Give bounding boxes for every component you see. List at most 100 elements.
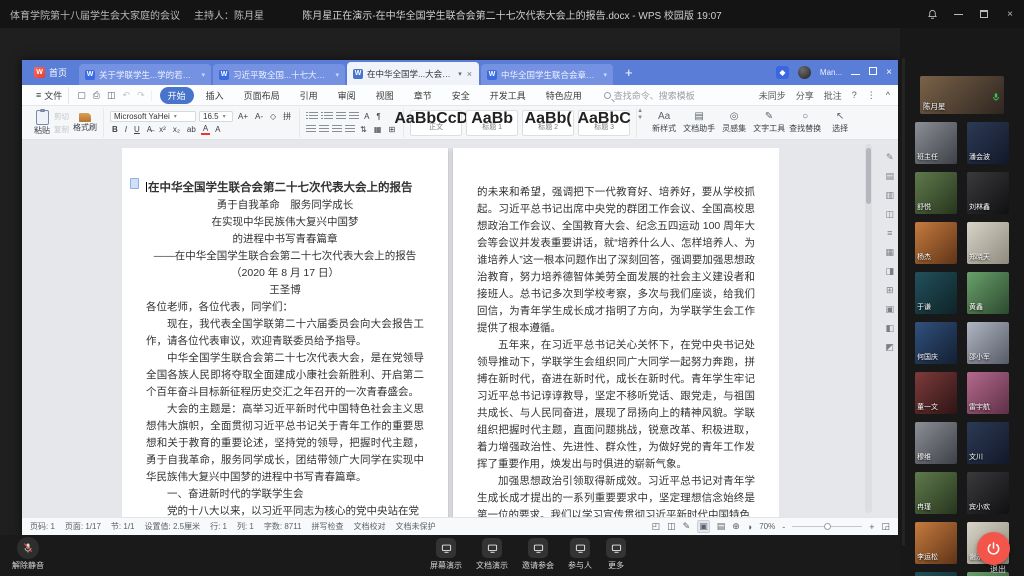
print-icon[interactable]: ⎙ bbox=[93, 90, 100, 101]
ribbon-tab[interactable]: 插入 bbox=[198, 87, 232, 104]
participant-tile[interactable]: 雷宇航 bbox=[967, 372, 1009, 414]
side-tool-icon[interactable]: ◫ bbox=[885, 209, 894, 219]
fit-page-icon[interactable]: ◲ bbox=[881, 521, 890, 532]
style-chip[interactable]: AaBbCcDd 正文 bbox=[410, 110, 462, 136]
tab-pin-icon[interactable]: ▾ bbox=[202, 71, 206, 79]
align-center-icon[interactable] bbox=[319, 125, 329, 133]
new-tab-button[interactable]: + bbox=[615, 65, 643, 80]
side-tool-icon[interactable]: ▥ bbox=[885, 190, 894, 200]
command-search[interactable]: 查找命令、搜索模板 bbox=[604, 89, 695, 102]
meeting-action-button[interactable]: 邀请参会 bbox=[522, 538, 554, 571]
numbered-list-icon[interactable] bbox=[321, 112, 333, 120]
decrease-indent-icon[interactable] bbox=[336, 112, 346, 120]
italic-button[interactable]: I bbox=[123, 124, 129, 135]
wps-doc-tab[interactable]: W 习近平致全国...十七大的贺信 ▾ × bbox=[213, 64, 345, 85]
wps-account-avatar[interactable] bbox=[798, 66, 811, 79]
superscript-button[interactable]: x² bbox=[157, 124, 168, 135]
ribbon-tool-button[interactable]: ↖ 选择 bbox=[825, 111, 855, 134]
wps-doc-tab[interactable]: W 关于学联学生...学的若干规定 ▾ × bbox=[79, 64, 211, 85]
print-preview-icon[interactable]: ◫ bbox=[107, 90, 116, 101]
side-tool-icon[interactable]: ▣ bbox=[885, 304, 894, 314]
wps-home-tab[interactable]: W 首页 bbox=[22, 60, 79, 85]
file-menu-button[interactable]: ≡ 文件 bbox=[30, 87, 69, 104]
zoom-out-icon[interactable]: - bbox=[782, 522, 785, 532]
more-menu-icon[interactable]: ⋮ bbox=[867, 90, 876, 101]
participant-tile[interactable]: 李运松 bbox=[915, 522, 957, 564]
undo-icon[interactable]: ↶ bbox=[123, 90, 131, 101]
two-page-view-icon[interactable]: ◫ bbox=[667, 521, 676, 532]
paste-button[interactable]: 粘贴 bbox=[34, 110, 50, 136]
cut-button[interactable]: 剪切 bbox=[54, 111, 69, 122]
ribbon-tab[interactable]: 页面布局 bbox=[236, 87, 288, 104]
underline-button[interactable]: U bbox=[132, 124, 142, 135]
participant-tile-host[interactable]: 陈月星 bbox=[920, 76, 1004, 114]
side-tool-icon[interactable]: ◨ bbox=[885, 266, 894, 276]
side-tool-icon[interactable]: ▤ bbox=[885, 171, 894, 181]
strikethrough-button[interactable]: A̶ bbox=[145, 124, 154, 135]
ribbon-tool-button[interactable]: ◎ 灵感集 bbox=[719, 111, 749, 134]
web-layout-view-icon[interactable]: ▤ bbox=[717, 521, 726, 532]
participant-tile[interactable]: 黄鑫 bbox=[967, 272, 1009, 314]
status-check-button[interactable]: 文档校对 bbox=[354, 521, 386, 532]
redo-icon[interactable]: ↷ bbox=[137, 90, 145, 101]
participant-tile[interactable]: 邵小军 bbox=[967, 322, 1009, 364]
meeting-action-button[interactable]: 参与人 bbox=[568, 538, 592, 571]
ribbon-tab[interactable]: 引用 bbox=[292, 87, 326, 104]
font-name-select[interactable]: Microsoft YaHei ▾ bbox=[110, 111, 196, 122]
document-page-2[interactable]: 的未来和希望，强调把下一代教育好、培养好，要从学校抓起。习近平总书记出席中央党的… bbox=[453, 148, 779, 517]
style-chip[interactable]: AaBb( 标题 2 bbox=[522, 110, 574, 136]
zoom-slider-knob[interactable] bbox=[824, 523, 831, 530]
side-tool-icon[interactable]: ▦ bbox=[885, 247, 894, 257]
sync-status[interactable]: 未同步 bbox=[759, 89, 786, 102]
ribbon-tab[interactable]: 审阅 bbox=[330, 87, 364, 104]
wps-restore-icon[interactable] bbox=[869, 67, 877, 78]
line-spacing-button[interactable]: ⇅ bbox=[358, 124, 369, 135]
eye-protect-view-icon[interactable]: ◑ bbox=[747, 522, 752, 532]
tab-pin-icon[interactable]: ▾ bbox=[604, 71, 608, 79]
style-chip[interactable]: AaBbC 标题 3 bbox=[578, 110, 630, 136]
fullscreen-view-icon[interactable]: ◰ bbox=[652, 521, 661, 532]
maximize-window-icon[interactable] bbox=[978, 8, 990, 20]
align-left-icon[interactable] bbox=[306, 125, 316, 133]
ribbon-tab[interactable]: 安全 bbox=[444, 87, 478, 104]
participant-tile[interactable]: 穆维 bbox=[915, 422, 957, 464]
help-icon[interactable]: ? bbox=[852, 90, 857, 100]
subscript-button[interactable]: x₂ bbox=[171, 124, 182, 135]
meeting-action-button[interactable]: 文档演示 bbox=[476, 538, 508, 571]
sidebar-scrollbar[interactable] bbox=[902, 58, 905, 546]
tab-close-icon[interactable]: × bbox=[466, 69, 473, 79]
print-layout-view-icon[interactable]: ▣ bbox=[697, 520, 710, 533]
copy-button[interactable]: 复制 bbox=[54, 124, 69, 135]
wps-minimize-icon[interactable] bbox=[851, 67, 860, 78]
ribbon-tool-button[interactable]: ○ 查找替换 bbox=[789, 111, 821, 134]
align-right-icon[interactable] bbox=[332, 125, 342, 133]
format-painter-button[interactable]: 格式刷 bbox=[73, 113, 97, 133]
zoom-level[interactable]: 70% bbox=[759, 522, 775, 531]
collapse-ribbon-icon[interactable]: ^ bbox=[886, 90, 890, 100]
tab-pin-icon[interactable]: ▾ bbox=[458, 70, 462, 78]
ribbon-tool-button[interactable]: ✎ 文字工具 bbox=[753, 111, 785, 134]
ribbon-tab[interactable]: 开发工具 bbox=[482, 87, 534, 104]
show-marks-button[interactable]: ¶ bbox=[375, 111, 383, 122]
save-icon[interactable]: ▢ bbox=[77, 90, 86, 101]
document-page-1[interactable]: 在中华全国学生联合会第二十七次代表大会上的报告 勇于自我革命 服务同学成长在实现… bbox=[122, 148, 448, 517]
exit-meeting-button[interactable] bbox=[977, 532, 1010, 565]
document-scrollbar[interactable] bbox=[865, 144, 872, 513]
participant-tile[interactable]: 何国庆 bbox=[915, 322, 957, 364]
bullet-list-icon[interactable] bbox=[306, 112, 318, 120]
meeting-action-button[interactable]: 屏幕演示 bbox=[430, 538, 462, 571]
scrollbar-thumb[interactable] bbox=[866, 148, 871, 204]
justify-icon[interactable] bbox=[345, 125, 355, 133]
participant-tile[interactable]: 冉瑾 bbox=[915, 472, 957, 514]
participant-tile[interactable]: 潘会波 bbox=[967, 122, 1009, 164]
increase-indent-icon[interactable] bbox=[349, 112, 359, 120]
status-check-button[interactable]: 拼写检查 bbox=[312, 521, 344, 532]
outline-view-icon[interactable]: ⊕ bbox=[732, 521, 740, 532]
share-button[interactable]: 分享 bbox=[796, 89, 814, 102]
wps-close-icon[interactable]: × bbox=[886, 67, 892, 78]
comment-button[interactable]: 批注 bbox=[824, 89, 842, 102]
clear-format-button[interactable]: ◇ bbox=[268, 111, 278, 122]
ribbon-tab[interactable]: 开始 bbox=[160, 87, 194, 104]
ribbon-tab[interactable]: 视图 bbox=[368, 87, 402, 104]
side-tool-icon[interactable]: ◧ bbox=[885, 323, 894, 333]
